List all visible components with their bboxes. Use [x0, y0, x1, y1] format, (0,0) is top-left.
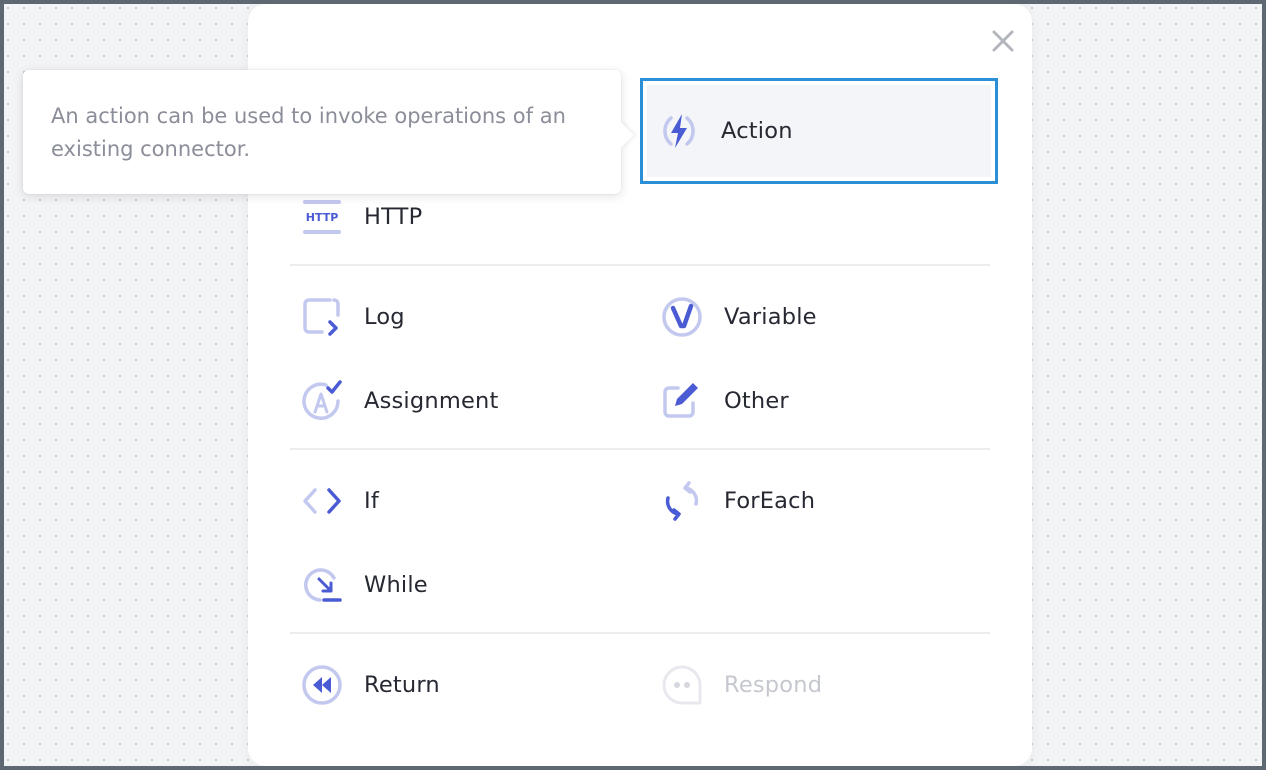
- step-option-while[interactable]: While: [294, 555, 624, 615]
- assignment-icon: [300, 379, 344, 423]
- tooltip-text: An action can be used to invoke operatio…: [51, 104, 566, 161]
- code-brackets-icon: [300, 479, 344, 523]
- step-option-label: If: [364, 488, 379, 514]
- step-option-label: HTTP: [364, 204, 423, 230]
- step-option-return[interactable]: Return: [294, 655, 624, 715]
- section-divider: [290, 264, 990, 266]
- step-option-label: Variable: [724, 304, 817, 330]
- variable-icon: [660, 295, 704, 339]
- chat-bubble-icon: [660, 663, 704, 707]
- step-option-label: While: [364, 572, 428, 598]
- step-option-respond: Respond: [654, 655, 984, 715]
- section-divider: [290, 448, 990, 450]
- step-option-action[interactable]: Action: [640, 78, 998, 184]
- step-option-label: Respond: [724, 672, 823, 698]
- action-tooltip: An action can be used to invoke operatio…: [23, 70, 634, 194]
- step-option-label: ForEach: [724, 488, 816, 514]
- step-option-label: Action: [721, 118, 793, 144]
- step-option-label: Log: [364, 304, 405, 330]
- step-option-log[interactable]: Log: [294, 287, 624, 347]
- step-option-other[interactable]: Other: [654, 371, 984, 431]
- rewind-icon: [300, 663, 344, 707]
- log-icon: [300, 295, 344, 339]
- step-option-label: Assignment: [364, 388, 499, 414]
- step-option-foreach[interactable]: ForEach: [654, 471, 984, 531]
- section-divider: [290, 632, 990, 634]
- lightning-icon: [657, 109, 701, 153]
- loop-icon: [660, 479, 704, 523]
- close-icon: [992, 30, 1014, 52]
- close-button[interactable]: [988, 26, 1018, 56]
- step-option-if[interactable]: If: [294, 471, 624, 531]
- step-option-label: Return: [364, 672, 440, 698]
- step-option-assignment[interactable]: Assignment: [294, 371, 624, 431]
- http-icon: HTTP: [300, 195, 344, 239]
- step-option-http[interactable]: HTTP HTTP: [294, 187, 624, 247]
- step-option-variable[interactable]: Variable: [654, 287, 984, 347]
- while-icon: [300, 563, 344, 607]
- svg-text:HTTP: HTTP: [306, 211, 339, 224]
- edit-icon: [660, 379, 704, 423]
- step-option-label: Other: [724, 388, 789, 414]
